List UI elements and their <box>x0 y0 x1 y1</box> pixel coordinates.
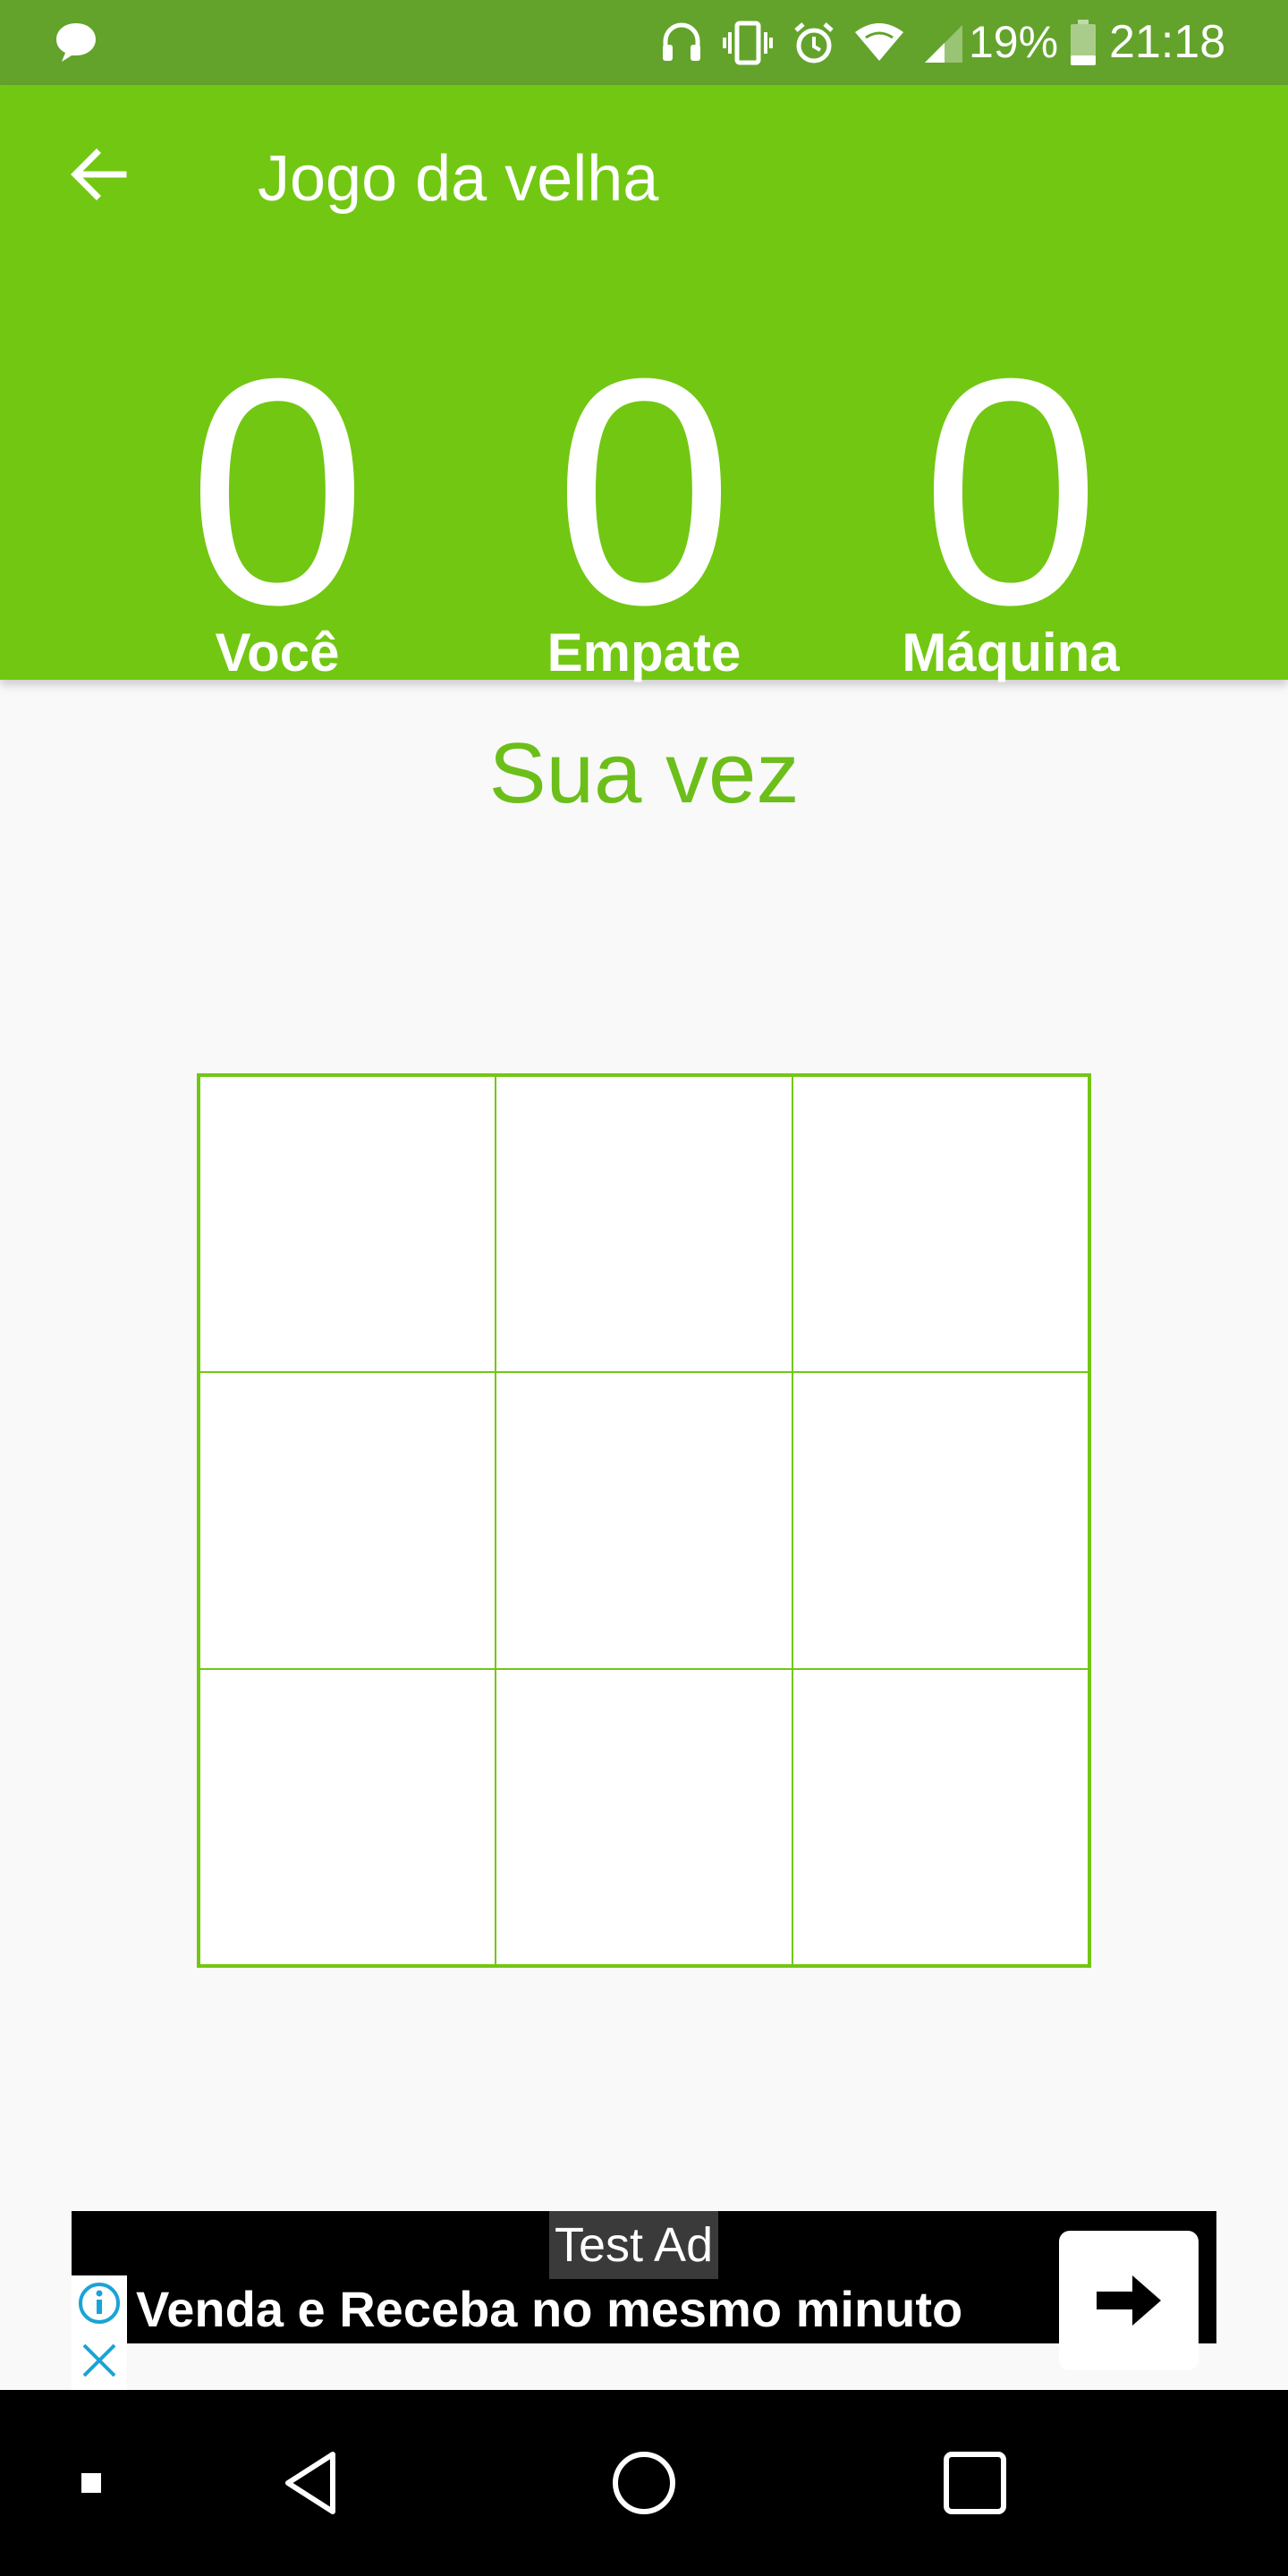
app-header: Jogo da velha 0 Você 0 Empate 0 Máquina <box>0 85 1288 682</box>
arrow-left-icon <box>71 148 127 200</box>
page-title: Jogo da velha <box>258 143 659 215</box>
clock: 21:18 <box>1109 16 1226 68</box>
info-icon[interactable] <box>72 2275 127 2331</box>
board-cell-4[interactable] <box>199 1372 496 1669</box>
score-draw-value: 0 <box>554 312 734 672</box>
ad-banner[interactable]: Test Ad Venda e Receba no mesmo minuto <box>72 2211 1216 2392</box>
score-machine-value: 0 <box>920 312 1101 672</box>
ad-badge: Test Ad <box>549 2211 719 2279</box>
nav-back-button[interactable] <box>268 2438 358 2528</box>
game-board <box>197 1073 1091 1968</box>
app-screen: 19% 21:18 Jogo da velha 0 Você 0 Empate … <box>0 0 1288 2576</box>
alarm-icon <box>794 22 834 64</box>
ad-cta-button[interactable] <box>1059 2231 1199 2370</box>
recents-square-icon <box>944 2452 1006 2514</box>
board-cell-5[interactable] <box>496 1372 792 1669</box>
turn-indicator: Sua vez <box>488 725 800 821</box>
vibrate-icon <box>723 21 773 65</box>
score-machine: 0 Máquina <box>877 326 1145 684</box>
back-button[interactable] <box>54 130 143 219</box>
arrow-right-icon <box>1097 2275 1161 2326</box>
score-machine-label: Máquina <box>902 623 1120 682</box>
status-bar: 19% 21:18 <box>0 0 1288 85</box>
battery-icon <box>1071 20 1096 65</box>
square-dot-icon <box>81 2473 101 2493</box>
board-cell-8[interactable] <box>496 1668 792 1965</box>
navigation-bar <box>0 2390 1288 2576</box>
ad-headline[interactable]: Venda e Receba no mesmo minuto <box>136 2274 962 2345</box>
signal-icon <box>925 25 962 63</box>
home-circle-icon <box>613 2452 675 2514</box>
nav-recents-button[interactable] <box>930 2438 1020 2528</box>
nav-home-button[interactable] <box>599 2438 689 2528</box>
board-cell-3[interactable] <box>792 1076 1089 1373</box>
battery-percent: 19% <box>969 17 1059 67</box>
ad-choices[interactable] <box>72 2275 127 2392</box>
score-you-value: 0 <box>187 312 368 672</box>
board-cell-6[interactable] <box>792 1372 1089 1669</box>
score-draw-label: Empate <box>547 623 741 682</box>
score-you-label: Você <box>215 623 340 682</box>
board-cell-1[interactable] <box>199 1076 496 1373</box>
headset-icon <box>663 22 700 61</box>
back-triangle-icon <box>285 2452 335 2514</box>
score-you: 0 Você <box>143 326 411 684</box>
wifi-icon <box>855 23 903 61</box>
board-cell-7[interactable] <box>199 1668 496 1965</box>
board-cell-9[interactable] <box>792 1668 1089 1965</box>
chat-bubble-icon <box>56 23 96 62</box>
score-draw: 0 Empate <box>510 326 778 684</box>
board-cell-2[interactable] <box>496 1076 792 1373</box>
nav-extra-button[interactable] <box>47 2438 136 2528</box>
status-icons <box>658 16 966 70</box>
close-icon[interactable] <box>72 2333 127 2388</box>
